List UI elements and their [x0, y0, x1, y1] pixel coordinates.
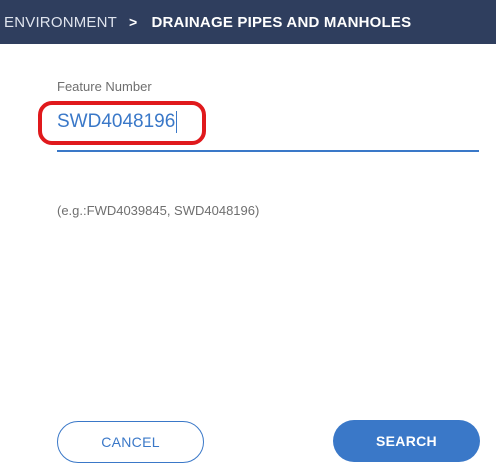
chevron-right-icon: >	[129, 14, 138, 30]
red-highlight-annotation	[38, 101, 206, 145]
input-underline	[57, 150, 479, 152]
breadcrumb: ENVIRONMENT > DRAINAGE PIPES AND MANHOLE…	[0, 0, 496, 44]
feature-number-hint: (e.g.:FWD4039845, SWD4048196)	[57, 203, 260, 218]
breadcrumb-drainage-pipes-and-manholes: DRAINAGE PIPES AND MANHOLES	[151, 13, 412, 31]
feature-number-label: Feature Number	[57, 79, 152, 94]
search-button[interactable]: SEARCH	[333, 420, 480, 462]
cancel-button[interactable]: CANCEL	[57, 421, 204, 463]
breadcrumb-environment[interactable]: ENVIRONMENT	[4, 14, 117, 31]
